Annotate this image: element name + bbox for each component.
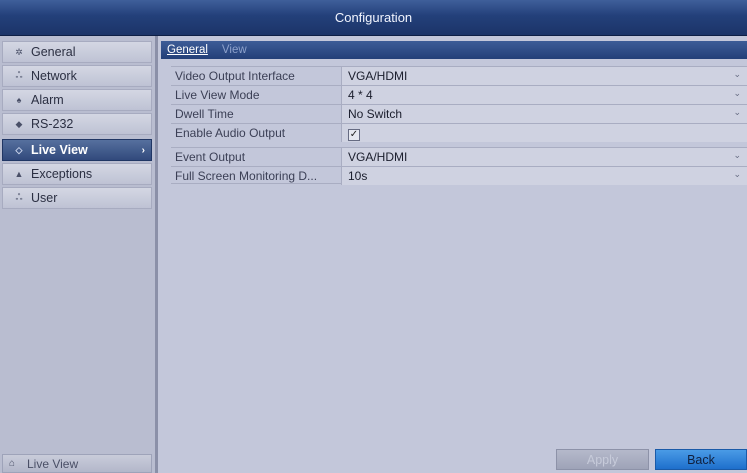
sidebar-item-rs232[interactable]: ◆ RS-232 [2,113,152,135]
back-button[interactable]: Back [655,449,747,470]
warning-icon: ▲ [14,169,24,179]
live-view-icon: ◇ [15,144,23,155]
setting-row-enable-audio-output: Enable Audio Output ✓ [171,123,747,142]
setting-label: Event Output [171,148,342,166]
title-bar: Configuration [0,0,747,36]
chevron-down-icon: ⌄ [733,107,741,117]
dropdown-value: VGA/HDMI [348,69,408,83]
dropdown-value: No Switch [348,107,403,121]
alarm-icon: ♠ [16,95,22,105]
setting-label: Video Output Interface [171,67,342,85]
enable-audio-output-checkbox[interactable]: ✓ [348,129,360,141]
sidebar-item-label: Exceptions [31,167,93,181]
sidebar-item-label: Live View [31,143,88,157]
sidebar-item-label: General [31,45,76,59]
dropdown-value: 4 * 4 [348,88,373,102]
setting-label: Live View Mode [171,86,342,104]
sidebar-item-alarm[interactable]: ♠ Alarm [2,89,152,111]
setting-row-event-output: Event Output VGA/HDMI ⌄ [171,147,747,166]
gear-icon: ✲ [15,46,23,57]
sidebar-item-exceptions[interactable]: ▲ Exceptions [2,163,152,185]
setting-label: Dwell Time [171,105,342,123]
window-title: Configuration [334,10,413,25]
users-icon: ஃ [15,192,23,202]
sidebar-item-general[interactable]: ✲ General [2,41,152,63]
chevron-down-icon: ⌄ [733,150,741,160]
full-screen-monitoring-dropdown[interactable]: 10s ⌄ [342,167,747,185]
tab-general[interactable]: General [167,44,208,56]
sidebar-item-label: RS-232 [31,117,74,131]
setting-row-live-view-mode: Live View Mode 4 * 4 ⌄ [171,85,747,104]
home-icon: ⌂ [9,458,16,469]
dropdown-value: 10s [348,169,368,183]
video-output-interface-dropdown[interactable]: VGA/HDMI ⌄ [342,67,747,85]
live-view-shortcut-label: Live View [27,456,79,471]
tab-view[interactable]: View [222,44,247,56]
chevron-down-icon: ⌄ [733,88,741,98]
setting-label: Enable Audio Output [171,124,342,142]
setting-row-dwell-time: Dwell Time No Switch ⌄ [171,104,747,123]
sidebar-item-network[interactable]: ஃ Network [2,65,152,87]
setting-label: Full Screen Monitoring D... [171,167,342,185]
chevron-down-icon: ⌄ [733,169,741,179]
sidebar-item-label: User [31,191,58,205]
chevron-right-icon: › [141,144,145,156]
tab-bar: General View [161,41,747,59]
apply-button[interactable]: Apply [556,449,649,470]
sidebar-item-user[interactable]: ஃ User [2,187,152,209]
sidebar-item-live-view[interactable]: ◇ Live View › [2,139,152,161]
enable-audio-output-cell: ✓ [342,124,747,142]
chevron-down-icon: ⌄ [733,69,741,79]
sidebar-item-label: Alarm [31,93,64,107]
live-view-mode-dropdown[interactable]: 4 * 4 ⌄ [342,86,747,104]
dropdown-value: VGA/HDMI [348,150,408,164]
serial-port-icon: ◆ [15,118,23,129]
sidebar: ✲ General ஃ Network ♠ Alarm ◆ RS-232 ◇ L… [0,36,158,473]
sidebar-item-label: Network [31,69,77,83]
setting-row-video-output-interface: Video Output Interface VGA/HDMI ⌄ [171,66,747,85]
network-icon: ஃ [15,70,23,80]
settings-panel: Video Output Interface VGA/HDMI ⌄ Live V… [161,59,747,473]
event-output-dropdown[interactable]: VGA/HDMI ⌄ [342,148,747,166]
setting-row-full-screen-monitoring: Full Screen Monitoring D... 10s ⌄ [171,166,747,185]
live-view-shortcut-button[interactable]: ⌂ Live View [2,454,152,473]
dwell-time-dropdown[interactable]: No Switch ⌄ [342,105,747,123]
